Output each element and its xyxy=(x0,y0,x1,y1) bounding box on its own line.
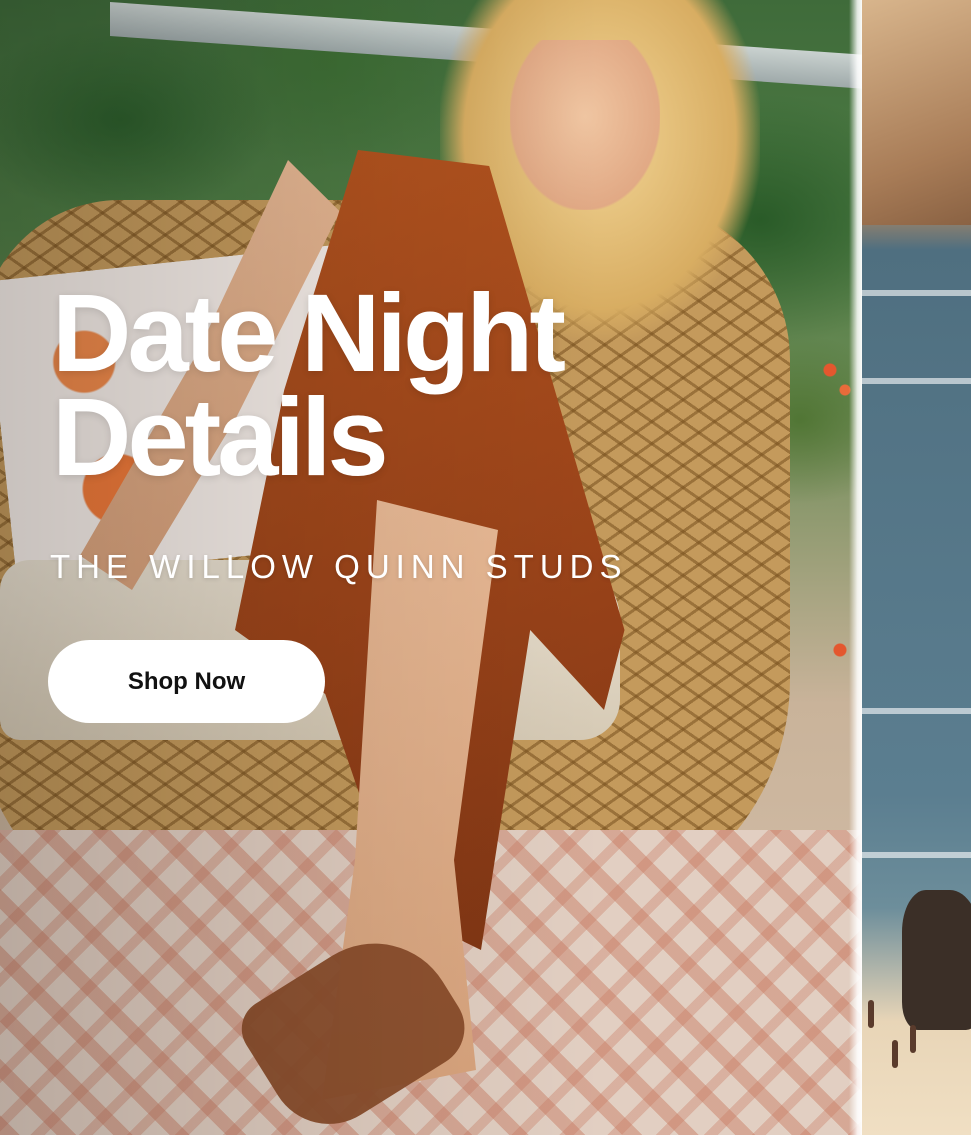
next-slide-photo-rock xyxy=(902,890,971,1030)
next-slide-photo-person xyxy=(910,1025,916,1053)
slide-divider xyxy=(849,0,863,1135)
hero-headline-line1: Date Night xyxy=(52,272,566,395)
next-slide-photo-wave xyxy=(862,852,971,858)
hero-slide: Date Night Details THE WILLOW QUINN STUD… xyxy=(0,0,862,1135)
promo-carousel: Date Night Details THE WILLOW QUINN STUD… xyxy=(0,0,971,1135)
next-slide-photo-wave xyxy=(862,290,971,296)
shop-now-button[interactable]: Shop Now xyxy=(48,640,325,723)
next-slide-photo-cliff xyxy=(862,0,971,225)
next-slide-photo-wave xyxy=(862,708,971,714)
next-slide-photo-wave xyxy=(862,378,971,384)
next-slide-peek[interactable] xyxy=(862,0,971,1135)
hero-subheadline: THE WILLOW QUINN STUDS xyxy=(50,548,628,585)
next-slide-photo-person xyxy=(892,1040,898,1068)
hero-headline-line2: Details xyxy=(52,376,389,499)
hero-headline: Date Night Details xyxy=(52,272,692,499)
next-slide-photo-person xyxy=(868,1000,874,1028)
